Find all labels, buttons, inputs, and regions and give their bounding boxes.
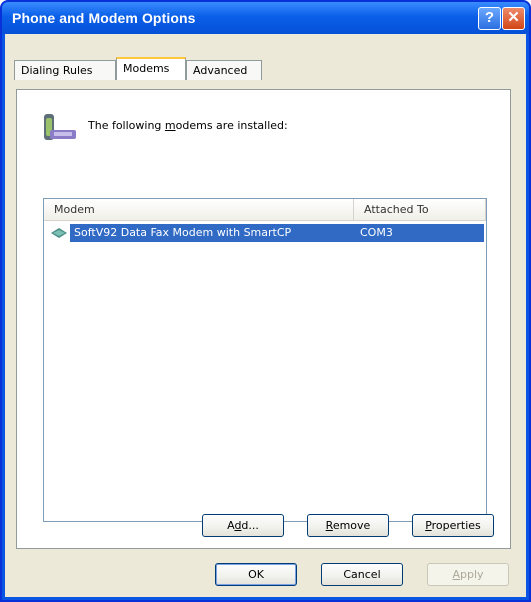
close-icon[interactable]: ✕ — [502, 7, 525, 30]
modem-list[interactable]: Modem Attached To SoftV92 Data Fax Modem… — [43, 198, 487, 522]
phone-modem-icon — [44, 114, 76, 140]
table-row[interactable]: SoftV92 Data Fax Modem with SmartCP COM3 — [46, 224, 485, 242]
help-icon[interactable]: ? — [478, 7, 501, 30]
add-button[interactable]: Add... — [202, 514, 284, 537]
remove-button[interactable]: Remove — [307, 514, 389, 537]
title-bar[interactable]: Phone and Modem Options ? ✕ — [2, 2, 529, 34]
window-title: Phone and Modem Options — [12, 10, 196, 26]
modems-tab-panel: The following modems are installed: Mode… — [16, 89, 511, 549]
tab-advanced[interactable]: Advanced — [186, 60, 262, 80]
apply-button[interactable]: Apply — [427, 563, 509, 586]
intro-text: The following modems are installed: — [88, 119, 288, 132]
cancel-button[interactable]: Cancel — [321, 563, 403, 586]
tab-dialing-rules[interactable]: Dialing Rules — [14, 60, 116, 80]
attached-to-cell: COM3 — [360, 226, 393, 239]
row-selection: SoftV92 Data Fax Modem with SmartCP COM3 — [70, 224, 484, 242]
column-header-modem[interactable]: Modem — [44, 199, 354, 221]
modem-name-cell: SoftV92 Data Fax Modem with SmartCP — [74, 226, 292, 239]
modem-icon — [51, 228, 67, 238]
tab-modems[interactable]: Modems — [116, 57, 186, 80]
properties-button[interactable]: Properties — [412, 514, 494, 537]
dialog-body: Dialing Rules Modems Advanced The follow… — [5, 34, 526, 597]
ok-button[interactable]: OK — [215, 563, 297, 586]
dialog-window: Phone and Modem Options ? ✕ Dialing Rule… — [0, 0, 531, 602]
column-header-attached-to[interactable]: Attached To — [354, 199, 486, 221]
